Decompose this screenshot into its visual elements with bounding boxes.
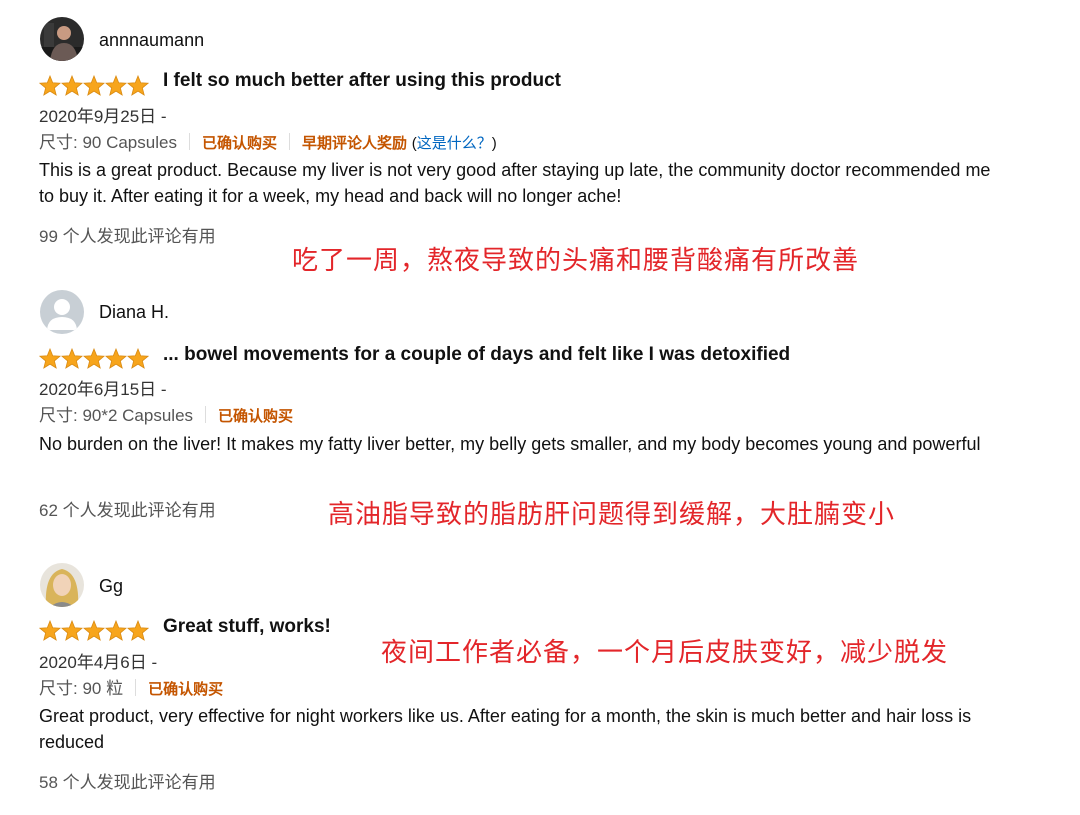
user-photo-icon <box>40 563 84 607</box>
star-icon <box>104 620 128 641</box>
review-item: Gg Great stuff, works! 2020年4月6日 - 尺寸: 9… <box>0 0 1080 792</box>
star-rating <box>39 620 149 641</box>
reviewer-name[interactable]: Diana H. <box>99 302 169 323</box>
star-rating <box>39 348 149 369</box>
star-icon <box>39 348 62 369</box>
divider <box>205 406 207 423</box>
star-icon <box>82 620 106 641</box>
helpful-count: 58 个人发现此评论有用 <box>39 773 216 792</box>
helpful-count: 62 个人发现此评论有用 <box>39 501 216 520</box>
star-icon <box>60 620 84 641</box>
size-label: 尺寸: 90*2 Capsules <box>39 406 194 425</box>
review-date: 2020年6月15日 - <box>39 380 167 399</box>
review-title[interactable]: ... bowel movements for a couple of days… <box>163 344 790 366</box>
verified-purchase-badge: 已确认购买 <box>218 408 294 425</box>
size-label: 尺寸: 90 粒 <box>39 679 124 698</box>
star-icon <box>126 348 149 369</box>
review-meta: 尺寸: 90*2 Capsules 已确认购买 <box>39 401 293 426</box>
star-icon <box>104 348 128 369</box>
default-user-icon <box>40 290 84 334</box>
user-avatar[interactable] <box>40 563 84 607</box>
star-icon <box>60 348 84 369</box>
star-icon <box>126 620 149 641</box>
divider <box>135 679 137 696</box>
user-avatar[interactable] <box>40 290 84 334</box>
review-body: No burden on the liver! It makes my fatt… <box>39 434 981 454</box>
review-meta: 尺寸: 90 粒 已确认购买 <box>39 674 223 699</box>
star-icon <box>82 348 106 369</box>
reviewer-name[interactable]: Gg <box>99 576 123 597</box>
annotation-text: 高油脂导致的脂肪肝问题得到缓解，大肚腩变小 <box>328 500 896 530</box>
verified-purchase-badge: 已确认购买 <box>148 681 224 698</box>
annotation-text: 夜间工作者必备，一个月后皮肤变好，减少脱发 <box>381 638 949 668</box>
review-title[interactable]: Great stuff, works! <box>163 616 331 638</box>
review-body: Great product, very effective for night … <box>39 706 972 752</box>
review-date: 2020年4月6日 - <box>39 653 158 672</box>
star-icon <box>39 620 62 641</box>
